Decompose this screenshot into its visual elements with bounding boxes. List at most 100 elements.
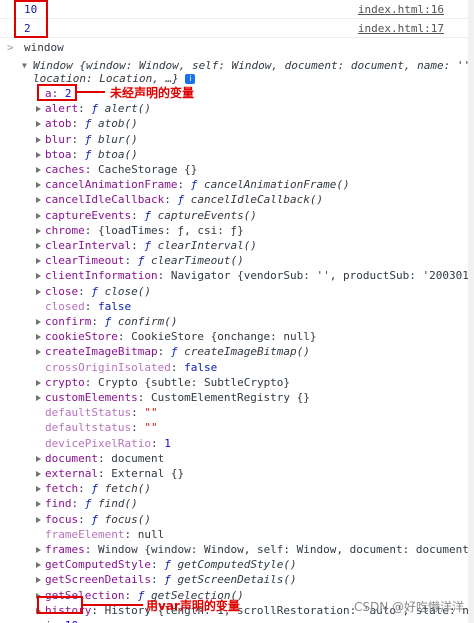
info-icon[interactable]: i xyxy=(185,74,196,84)
property-row[interactable]: external: External {} xyxy=(45,466,184,481)
property-separator: : xyxy=(97,452,112,465)
property-value: 10 xyxy=(65,619,78,623)
property-row[interactable]: captureEvents: ƒ captureEvents() xyxy=(45,208,257,223)
expand-triangle-icon[interactable] xyxy=(36,334,41,340)
log-source-link[interactable]: index.html:16 xyxy=(358,3,444,16)
property-key: btoa xyxy=(45,148,72,161)
var-a-highlight-box xyxy=(37,84,77,101)
expand-caret-icon[interactable]: ▼ xyxy=(22,61,27,70)
property-row[interactable]: document: document xyxy=(45,451,164,466)
property-value: clearInterval() xyxy=(157,239,257,252)
property-row[interactable]: i: 10 xyxy=(45,618,78,623)
expand-triangle-icon[interactable] xyxy=(36,562,41,568)
expand-triangle-icon[interactable] xyxy=(36,547,41,553)
function-glyph: ƒ xyxy=(104,315,118,328)
property-value: blur() xyxy=(98,133,138,146)
property-row[interactable]: frameElement: null xyxy=(45,527,164,542)
property-row[interactable]: clearInterval: ƒ clearInterval() xyxy=(45,238,257,253)
property-row[interactable]: cancelAnimationFrame: ƒ cancelAnimationF… xyxy=(45,177,350,192)
expand-triangle-icon[interactable] xyxy=(36,197,41,203)
expand-triangle-icon[interactable] xyxy=(36,319,41,325)
property-row[interactable]: close: ƒ close() xyxy=(45,284,151,299)
expand-triangle-icon[interactable] xyxy=(36,137,41,143)
annotation-arrow-a xyxy=(77,91,105,93)
property-row[interactable]: cancelIdleCallback: ƒ cancelIdleCallback… xyxy=(45,192,323,207)
property-row[interactable]: blur: ƒ blur() xyxy=(45,132,138,147)
expand-triangle-icon[interactable] xyxy=(36,228,41,234)
property-key: clearInterval xyxy=(45,239,132,252)
property-row[interactable]: btoa: ƒ btoa() xyxy=(45,147,138,162)
function-glyph: ƒ xyxy=(84,497,98,510)
property-key: getComputedStyle xyxy=(45,558,151,571)
property-row[interactable]: clientInformation: Navigator {vendorSub:… xyxy=(45,268,474,283)
property-row[interactable]: caches: CacheStorage {} xyxy=(45,162,197,177)
property-row[interactable]: clearTimeout: ƒ clearTimeout() xyxy=(45,253,244,268)
object-header[interactable]: ▼ Window {window: Window, self: Window, … xyxy=(0,59,474,87)
expand-triangle-icon[interactable] xyxy=(36,106,41,112)
property-row[interactable]: confirm: ƒ confirm() xyxy=(45,314,177,329)
property-value: null xyxy=(137,528,165,541)
property-value: captureEvents() xyxy=(157,209,257,222)
property-row[interactable]: find: ƒ find() xyxy=(45,496,138,511)
expand-triangle-icon[interactable] xyxy=(36,273,41,279)
property-separator: : xyxy=(78,513,92,526)
property-row[interactable]: defaultstatus: "" xyxy=(45,420,158,435)
annotation-arrow-i xyxy=(83,604,143,606)
expand-triangle-icon[interactable] xyxy=(36,182,41,188)
expand-triangle-icon[interactable] xyxy=(36,243,41,249)
expand-triangle-icon[interactable] xyxy=(36,121,41,127)
property-key: crypto xyxy=(45,376,85,389)
expand-triangle-icon[interactable] xyxy=(36,517,41,523)
expand-triangle-icon[interactable] xyxy=(36,486,41,492)
property-row[interactable]: createImageBitmap: ƒ createImageBitmap() xyxy=(45,344,310,359)
property-key: cookieStore xyxy=(45,330,118,343)
expand-triangle-icon[interactable] xyxy=(36,456,41,462)
property-value: false xyxy=(184,361,218,374)
property-row[interactable]: crypto: Crypto {subtle: SubtleCrypto} xyxy=(45,375,290,390)
property-separator: : xyxy=(137,391,151,404)
property-value: focus() xyxy=(104,513,151,526)
expand-triangle-icon[interactable] xyxy=(36,395,41,401)
expand-triangle-icon[interactable] xyxy=(36,577,41,583)
expand-triangle-icon[interactable] xyxy=(36,380,41,386)
property-row[interactable]: getComputedStyle: ƒ getComputedStyle() xyxy=(45,557,297,572)
property-row[interactable]: cookieStore: CookieStore {onchange: null… xyxy=(45,329,317,344)
expand-triangle-icon[interactable] xyxy=(36,167,41,173)
property-row[interactable]: atob: ƒ atob() xyxy=(45,116,138,131)
expand-triangle-icon[interactable] xyxy=(36,258,41,264)
property-value: false xyxy=(98,300,132,313)
expand-triangle-icon[interactable] xyxy=(36,213,41,219)
property-row[interactable]: alert: ƒ alert() xyxy=(45,101,151,116)
expand-triangle-icon[interactable] xyxy=(36,289,41,295)
expand-triangle-icon[interactable] xyxy=(36,471,41,477)
property-row[interactable]: crossOriginIsolated: false xyxy=(45,360,217,375)
property-row[interactable]: devicePixelRatio: 1 xyxy=(45,436,171,451)
property-row[interactable]: closed: false xyxy=(45,299,131,314)
property-row[interactable]: getScreenDetails: ƒ getScreenDetails() xyxy=(45,572,297,587)
property-separator: : xyxy=(84,163,98,176)
property-key: customElements xyxy=(45,391,138,404)
expand-triangle-icon[interactable] xyxy=(36,349,41,355)
function-glyph: ƒ xyxy=(91,102,105,115)
console-scrollbar[interactable] xyxy=(468,0,474,623)
expand-triangle-icon[interactable] xyxy=(36,152,41,158)
property-row[interactable]: frames: Window {window: Window, self: Wi… xyxy=(45,542,474,557)
property-row[interactable]: customElements: CustomElementRegistry {} xyxy=(45,390,310,405)
function-glyph: ƒ xyxy=(84,117,98,130)
property-value: {loadTimes: ƒ, csi: ƒ} xyxy=(98,224,244,237)
log-source-link[interactable]: index.html:17 xyxy=(358,22,444,35)
property-row[interactable]: focus: ƒ focus() xyxy=(45,512,151,527)
expand-triangle-icon[interactable] xyxy=(36,501,41,507)
property-separator: : xyxy=(170,361,185,374)
property-separator: : xyxy=(84,224,98,237)
property-separator: : xyxy=(91,315,105,328)
property-row[interactable]: defaultStatus: "" xyxy=(45,405,158,420)
property-separator: : xyxy=(71,117,85,130)
console-command-row: > window xyxy=(0,40,474,57)
property-separator: : xyxy=(131,209,145,222)
property-row[interactable]: chrome: {loadTimes: ƒ, csi: ƒ} xyxy=(45,223,244,238)
property-separator: : xyxy=(78,102,92,115)
function-glyph: ƒ xyxy=(164,558,178,571)
property-value: getScreenDetails() xyxy=(177,573,297,586)
property-row[interactable]: fetch: ƒ fetch() xyxy=(45,481,151,496)
